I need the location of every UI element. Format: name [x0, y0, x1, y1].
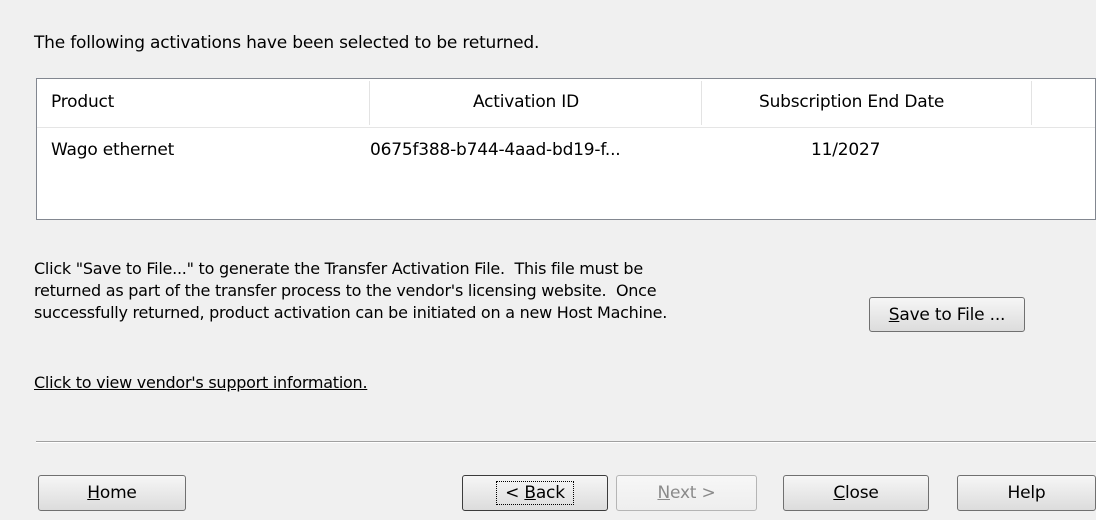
- cell-activation-id: 0675f388-b744-4aad-bd19-f...: [370, 140, 621, 160]
- column-separator[interactable]: [1031, 81, 1032, 125]
- instructions-line: Click "Save to File..." to generate the …: [34, 259, 643, 278]
- next-button[interactable]: Next >: [616, 475, 757, 511]
- divider: [36, 441, 1096, 443]
- help-button[interactable]: Help: [957, 475, 1096, 511]
- column-header-activation-id[interactable]: Activation ID: [473, 92, 579, 112]
- instructions-line: successfully returned, product activatio…: [34, 303, 668, 322]
- intro-text: The following activations have been sele…: [34, 33, 540, 53]
- focus-rectangle: < Back: [496, 481, 574, 505]
- activations-list[interactable]: Product Activation ID Subscription End D…: [36, 78, 1096, 220]
- instructions-text: Click "Save to File..." to generate the …: [34, 258, 667, 324]
- column-header-subscription-end-date[interactable]: Subscription End Date: [759, 92, 944, 112]
- close-button[interactable]: Close: [783, 475, 929, 511]
- column-header-product[interactable]: Product: [51, 92, 114, 112]
- list-header: Product Activation ID Subscription End D…: [37, 79, 1095, 128]
- cell-subscription-end-date: 11/2027: [811, 140, 881, 160]
- column-separator[interactable]: [369, 81, 370, 125]
- vendor-support-link[interactable]: Click to view vendor's support informati…: [34, 373, 368, 392]
- cell-product: Wago ethernet: [51, 140, 175, 160]
- instructions-line: returned as part of the transfer process…: [34, 281, 657, 300]
- home-button[interactable]: Home: [38, 475, 186, 511]
- save-to-file-button[interactable]: Save to File ...: [869, 297, 1025, 332]
- column-separator[interactable]: [701, 81, 702, 125]
- back-button[interactable]: < Back: [462, 475, 608, 511]
